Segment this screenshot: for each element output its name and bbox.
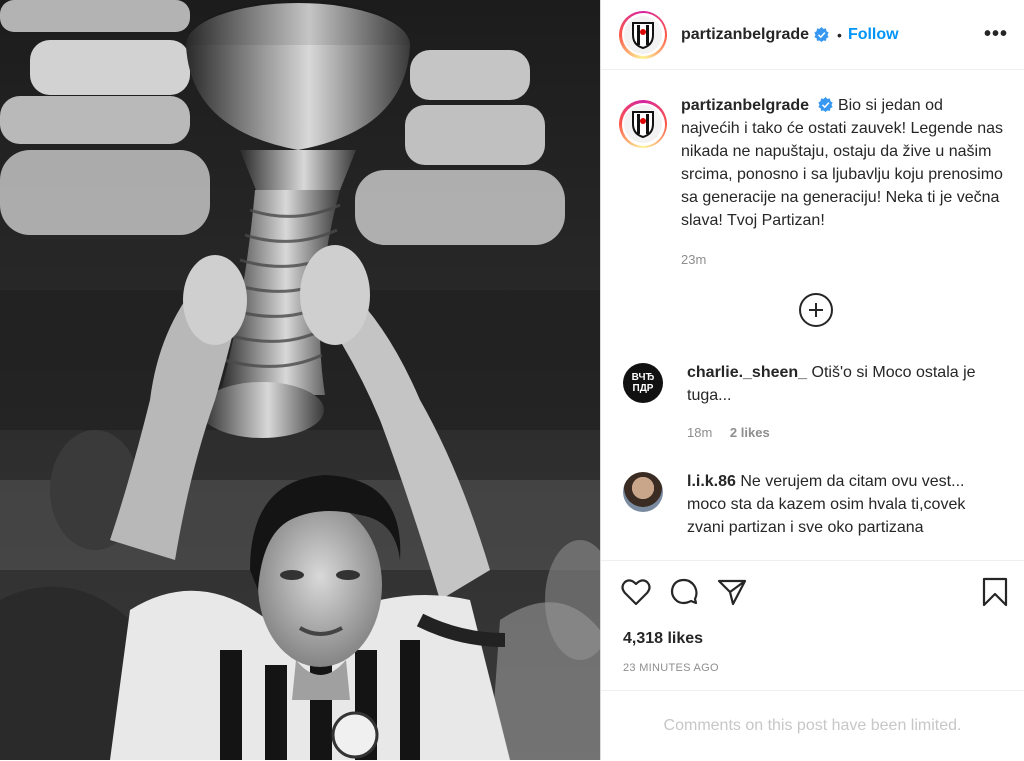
comment-username[interactable]: charlie._sheen_ bbox=[687, 364, 807, 381]
partizan-crest-icon bbox=[624, 15, 662, 54]
paper-plane-icon[interactable] bbox=[717, 578, 747, 606]
post-header: partizanbelgrade • Follow ••• bbox=[601, 0, 1024, 70]
post-side-panel: partizanbelgrade • Follow ••• partizanbe… bbox=[600, 0, 1024, 760]
verified-badge-icon bbox=[814, 27, 829, 42]
post-actions-bar bbox=[601, 560, 1024, 622]
heart-icon[interactable] bbox=[621, 578, 651, 606]
comment-item: l.i.k.86 Ne verujem da citam ovu vest...… bbox=[601, 470, 1024, 539]
more-options-button[interactable]: ••• bbox=[984, 23, 1008, 46]
comment-timestamp[interactable]: 18m bbox=[687, 425, 712, 440]
verified-badge-icon bbox=[818, 97, 834, 112]
separator-dot: • bbox=[837, 26, 842, 43]
follow-button[interactable]: Follow bbox=[848, 26, 899, 44]
caption-author-avatar[interactable] bbox=[619, 100, 667, 148]
like-count[interactable]: 4,318 likes bbox=[623, 630, 703, 648]
bookmark-icon[interactable] bbox=[982, 577, 1008, 607]
instagram-post: partizanbelgrade • Follow ••• partizanbe… bbox=[0, 0, 1024, 760]
comment-username[interactable]: l.i.k.86 bbox=[687, 473, 736, 490]
commenter-avatar[interactable]: ВЧЂ ПДР bbox=[623, 363, 663, 403]
commenter-avatar[interactable] bbox=[623, 472, 663, 512]
author-username[interactable]: partizanbelgrade bbox=[681, 26, 809, 44]
comments-limited-notice: Comments on this post have been limited. bbox=[601, 690, 1024, 761]
speech-bubble-icon[interactable] bbox=[669, 577, 699, 607]
caption-username[interactable]: partizanbelgrade bbox=[681, 97, 809, 114]
caption-text: Bio si jedan od najvećih i tako će ostat… bbox=[681, 97, 1003, 229]
caption-timestamp[interactable]: 23m bbox=[681, 248, 1003, 271]
partizan-crest-icon bbox=[624, 105, 662, 143]
post-timestamp[interactable]: 23 MINUTES AGO bbox=[623, 662, 719, 674]
comment-likes[interactable]: 2 likes bbox=[730, 425, 770, 440]
post-photo[interactable] bbox=[0, 0, 600, 760]
trophy-photo-illustration bbox=[0, 0, 600, 760]
author-avatar[interactable] bbox=[619, 10, 667, 59]
plus-circle-icon[interactable] bbox=[799, 293, 833, 327]
post-caption: partizanbelgrade Bio si jedan od najveći… bbox=[601, 70, 1024, 271]
comments-scroll-area[interactable]: partizanbelgrade Bio si jedan od najveći… bbox=[601, 70, 1024, 560]
comment-item: ВЧЂ ПДР charlie._sheen_ Otiš'o si Moco o… bbox=[601, 361, 1024, 444]
